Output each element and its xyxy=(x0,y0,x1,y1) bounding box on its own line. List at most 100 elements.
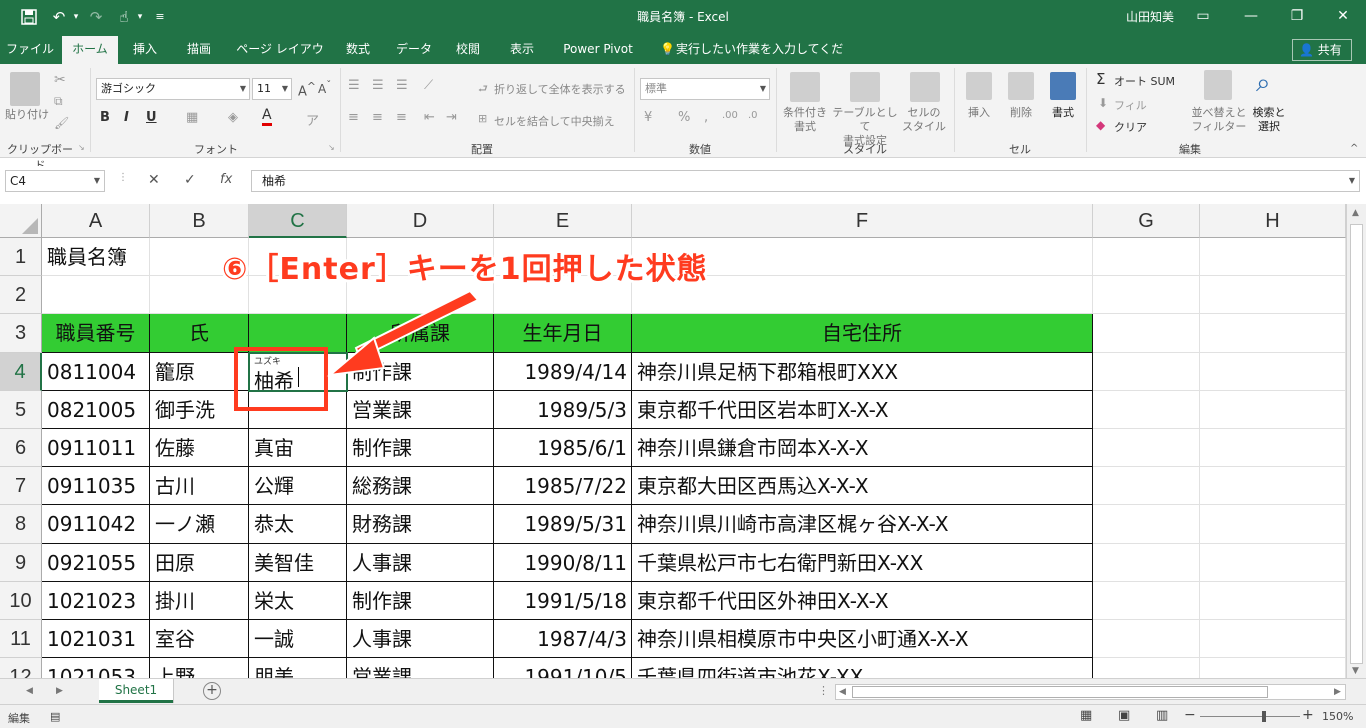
currency-icon[interactable]: ¥ xyxy=(644,110,652,125)
cell-a10[interactable]: 1021023 xyxy=(42,581,150,620)
number-format-select[interactable]: 標準 ▼ xyxy=(640,78,770,100)
cell-g12[interactable] xyxy=(1093,658,1200,678)
column-header-b[interactable]: B xyxy=(150,204,249,238)
name-box[interactable]: C4 ▼ xyxy=(5,170,105,192)
row-header-5[interactable]: 5 xyxy=(0,390,42,429)
zoom-out-icon[interactable]: − xyxy=(1184,707,1196,723)
undo-dropdown-icon[interactable]: ▾ xyxy=(70,6,82,28)
insert-function-icon[interactable]: fx xyxy=(220,172,232,187)
cell-f12[interactable]: 千葉県四街道市池花X-XX xyxy=(632,658,1093,678)
prev-sheet-icon[interactable]: ◀ xyxy=(26,686,33,696)
cell-d12[interactable]: 営業課 xyxy=(347,658,494,678)
row-header-12[interactable]: 12 xyxy=(0,658,42,678)
format-cells-icon[interactable] xyxy=(1050,72,1076,100)
cell-f3[interactable]: 自宅住所 xyxy=(632,314,1093,353)
vertical-scroll-thumb[interactable] xyxy=(1350,224,1363,664)
cell-h3[interactable] xyxy=(1200,314,1346,353)
cell-e7[interactable]: 1985/7/22 xyxy=(494,467,632,506)
cell-g5[interactable] xyxy=(1093,390,1200,429)
borders-icon[interactable]: ▦ xyxy=(186,110,198,125)
column-header-h[interactable]: H xyxy=(1200,204,1346,238)
sheet-splitter-icon[interactable]: ⋮ xyxy=(818,684,829,697)
find-select-button[interactable]: 検索と 選択 xyxy=(1248,106,1290,134)
insert-cells-button[interactable]: 挿入 xyxy=(960,106,998,120)
cell-c6[interactable]: 真宙 xyxy=(249,429,347,468)
tab-page-layout[interactable]: ページ レイアウト xyxy=(232,34,328,86)
save-icon[interactable] xyxy=(18,6,40,28)
cell-e3[interactable]: 生年月日 xyxy=(494,314,632,353)
cell-b10[interactable]: 掛川 xyxy=(150,581,249,620)
column-header-f[interactable]: F xyxy=(632,204,1093,238)
select-all-button[interactable] xyxy=(0,204,42,238)
font-color-icon[interactable]: A xyxy=(262,108,272,126)
cell-h4[interactable] xyxy=(1200,352,1346,391)
cell-c9[interactable]: 美智佳 xyxy=(249,543,347,582)
minimize-icon[interactable]: — xyxy=(1236,4,1266,28)
row-header-2[interactable]: 2 xyxy=(0,276,42,315)
cut-icon[interactable]: ✂ xyxy=(54,72,66,88)
ribbon-options-icon[interactable]: ▭ xyxy=(1188,4,1218,28)
cell-styles-button[interactable]: セルの スタイル xyxy=(898,106,950,134)
cell-c12[interactable]: 朋美 xyxy=(249,658,347,678)
cell-e12[interactable]: 1991/10/5 xyxy=(494,658,632,678)
cell-f9[interactable]: 千葉県松戸市七右衛門新田X-XX xyxy=(632,543,1093,582)
cell-g7[interactable] xyxy=(1093,467,1200,506)
cell-e9[interactable]: 1990/8/11 xyxy=(494,543,632,582)
cell-g3[interactable] xyxy=(1093,314,1200,353)
next-sheet-icon[interactable]: ▶ xyxy=(56,686,63,696)
cell-b12[interactable]: 上野 xyxy=(150,658,249,678)
align-bottom-icon[interactable]: ☰ xyxy=(396,78,408,93)
undo-icon[interactable]: ↶ xyxy=(48,6,70,28)
normal-view-icon[interactable]: ▦ xyxy=(1080,708,1092,723)
cell-c11[interactable]: 一誠 xyxy=(249,620,347,659)
macro-record-icon[interactable]: ▤ xyxy=(50,710,60,723)
italic-button[interactable]: I xyxy=(124,110,129,125)
cell-f5[interactable]: 東京都千代田区岩本町X-X-X xyxy=(632,390,1093,429)
cell-h5[interactable] xyxy=(1200,390,1346,429)
phonetic-icon[interactable]: ア xyxy=(306,110,319,129)
cell-d6[interactable]: 制作課 xyxy=(347,429,494,468)
decrease-decimal-icon[interactable]: .0 xyxy=(748,110,758,121)
delete-cells-icon[interactable] xyxy=(1008,72,1034,100)
cell-h12[interactable] xyxy=(1200,658,1346,678)
sheet-tab-sheet1[interactable]: Sheet1 xyxy=(99,679,173,703)
add-sheet-icon[interactable]: + xyxy=(203,682,221,700)
cell-e5[interactable]: 1989/5/3 xyxy=(494,390,632,429)
page-break-view-icon[interactable]: ▥ xyxy=(1156,708,1168,723)
horizontal-scroll-thumb[interactable] xyxy=(852,686,1268,698)
cell-b7[interactable]: 古川 xyxy=(150,467,249,506)
cell-f8[interactable]: 神奈川県川崎市高津区梶ヶ谷X-X-X xyxy=(632,505,1093,544)
cell-h8[interactable] xyxy=(1200,505,1346,544)
column-header-d[interactable]: D xyxy=(347,204,494,238)
tell-me-input[interactable]: 実行したい作業を入力してください xyxy=(676,34,846,86)
cell-f4[interactable]: 神奈川県足柄下郡箱根町XXX xyxy=(632,352,1093,391)
scroll-up-icon[interactable]: ▲ xyxy=(1352,208,1359,218)
cell-e8[interactable]: 1989/5/31 xyxy=(494,505,632,544)
delete-cells-button[interactable]: 削除 xyxy=(1002,106,1040,120)
grow-font-icon[interactable]: A^ xyxy=(298,80,316,99)
clear-button[interactable]: クリア xyxy=(1114,119,1147,135)
tab-power-pivot[interactable]: Power Pivot xyxy=(556,34,640,64)
row-header-9[interactable]: 9 xyxy=(0,543,42,582)
row-header-11[interactable]: 11 xyxy=(0,620,42,659)
bold-button[interactable]: B xyxy=(100,110,110,125)
conditional-format-button[interactable]: 条件付き 書式 xyxy=(778,106,832,134)
cell-d4[interactable]: 制作課 xyxy=(347,352,494,391)
touch-mode-icon[interactable]: ☝ xyxy=(114,6,134,28)
touch-dropdown-icon[interactable]: ▾ xyxy=(134,6,146,28)
clear-icon[interactable]: ◆ xyxy=(1096,118,1105,132)
format-as-table-icon[interactable] xyxy=(850,72,880,102)
shrink-font-icon[interactable]: Aˇ xyxy=(318,80,331,96)
tab-view[interactable]: 表示 xyxy=(500,34,544,64)
find-select-icon[interactable]: ⌕ xyxy=(1256,68,1271,99)
cell-b9[interactable]: 田原 xyxy=(150,543,249,582)
scroll-left-icon[interactable]: ◀ xyxy=(839,687,846,697)
enter-icon[interactable]: ✓ xyxy=(184,172,196,188)
user-name[interactable]: 山田知美 xyxy=(1126,8,1174,25)
tab-formulas[interactable]: 数式 xyxy=(336,34,380,64)
cell-c10[interactable]: 栄太 xyxy=(249,581,347,620)
tab-file[interactable]: ファイル xyxy=(4,34,56,64)
row-header-3[interactable]: 3 xyxy=(0,314,42,353)
cell-d10[interactable]: 制作課 xyxy=(347,581,494,620)
column-header-c[interactable]: C xyxy=(249,204,347,238)
